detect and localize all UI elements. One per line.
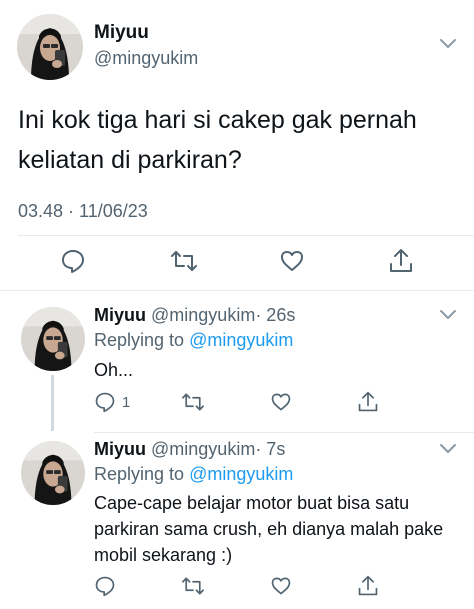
- reply-text: Cape-cape belajar motor buat bisa satu p…: [94, 493, 444, 565]
- share-icon: [390, 249, 412, 272]
- replying-to: Replying to @mingyukim: [94, 330, 293, 351]
- reply-text: Oh...: [94, 360, 134, 380]
- chevron-down-icon[interactable]: [439, 443, 457, 455]
- author-name[interactable]: Miyuu: [94, 22, 149, 44]
- retweet-icon: [171, 251, 197, 271]
- avatar[interactable]: [21, 307, 85, 371]
- like-button[interactable]: [270, 391, 292, 413]
- like-button[interactable]: [279, 248, 305, 274]
- author-name[interactable]: Miyuu: [94, 439, 146, 459]
- replying-to-mention[interactable]: @mingyukim: [189, 330, 293, 350]
- avatar[interactable]: [17, 14, 83, 80]
- reply-button[interactable]: 1: [94, 391, 130, 413]
- share-icon: [358, 391, 378, 412]
- author-handle[interactable]: @mingyukim: [151, 305, 255, 325]
- chevron-down-icon[interactable]: [439, 38, 457, 50]
- tweet-timestamp[interactable]: 03.48 · 11/06/23: [18, 201, 148, 222]
- replying-to-mention[interactable]: @mingyukim: [189, 464, 293, 484]
- thread-line: [51, 375, 54, 431]
- reply-icon: [62, 250, 84, 273]
- reply-icon: [95, 576, 115, 597]
- chevron-down-icon[interactable]: [439, 309, 457, 321]
- share-icon: [358, 575, 378, 596]
- reply-button[interactable]: [94, 575, 116, 597]
- like-icon: [281, 251, 303, 271]
- reply-header: Miyuu @mingyukim· 26s: [94, 305, 295, 326]
- replying-to-label: Replying to: [94, 330, 185, 350]
- share-button[interactable]: [388, 247, 414, 275]
- retweet-icon: [182, 393, 204, 411]
- reply-actions: 1: [94, 391, 394, 415]
- main-tweet: Miyuu @mingyukim Ini kok tiga hari si ca…: [0, 0, 474, 290]
- like-button[interactable]: [270, 575, 292, 597]
- retweet-button[interactable]: [181, 391, 205, 413]
- share-button[interactable]: [357, 390, 379, 414]
- reply-actions: [94, 575, 394, 599]
- retweet-button[interactable]: [170, 248, 198, 274]
- reply-icon: [95, 392, 115, 413]
- reply-time[interactable]: · 26s: [255, 305, 295, 325]
- reply-tweet: Miyuu @mingyukim· 7s Replying to @mingyu…: [0, 433, 474, 609]
- reply-tweet: Miyuu @mingyukim· 26s Replying to @mingy…: [0, 291, 474, 431]
- tweet-actions: [0, 246, 474, 280]
- tweet-text: Ini kok tiga hari si cakep gak pernah ke…: [18, 106, 417, 174]
- share-button[interactable]: [357, 574, 379, 598]
- avatar[interactable]: [21, 441, 85, 505]
- like-icon: [271, 577, 291, 595]
- like-icon: [271, 393, 291, 411]
- author-name[interactable]: Miyuu: [94, 305, 146, 325]
- reply-count: 1: [122, 393, 131, 411]
- replying-to: Replying to @mingyukim: [94, 464, 293, 485]
- reply-button[interactable]: [60, 248, 86, 274]
- reply-header: Miyuu @mingyukim· 7s: [94, 439, 285, 460]
- divider: [18, 235, 474, 236]
- author-handle[interactable]: @mingyukim: [94, 48, 198, 69]
- reply-time[interactable]: · 7s: [255, 439, 285, 459]
- replying-to-label: Replying to: [94, 464, 185, 484]
- retweet-icon: [182, 577, 204, 595]
- retweet-button[interactable]: [181, 575, 205, 597]
- author-handle[interactable]: @mingyukim: [151, 439, 255, 459]
